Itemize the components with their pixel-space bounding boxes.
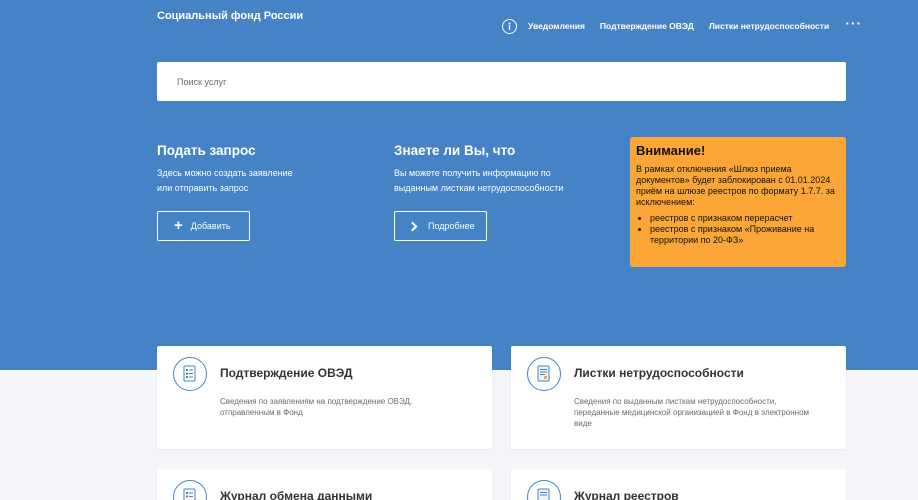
document-icon bbox=[173, 480, 207, 500]
card-title: Подтверждение ОВЭД bbox=[220, 366, 353, 380]
card-description: Сведения по заявлениям на подтверждение … bbox=[220, 397, 413, 417]
chevron-right-icon bbox=[407, 221, 418, 231]
top-navigation: Уведомления Подтверждение ОВЭД Листки не… bbox=[502, 16, 862, 34]
info-icon[interactable] bbox=[502, 18, 517, 34]
nav-sick-leave[interactable]: Листки нетрудоспособности bbox=[709, 21, 829, 31]
card-oved-confirmation[interactable]: Подтверждение ОВЭД Сведения по заявления… bbox=[157, 346, 492, 449]
brand-logo-text[interactable]: Социальный фонд России bbox=[157, 10, 303, 22]
plus-icon: + bbox=[174, 217, 183, 234]
info-title: Знаете ли Вы, что bbox=[394, 143, 516, 158]
card-data-exchange-log[interactable]: Журнал обмена данными bbox=[157, 469, 492, 500]
card-description: Сведения по выданным листкам нетрудоспос… bbox=[574, 397, 810, 428]
card-title: Журнал обмена данными bbox=[220, 489, 373, 500]
search-input[interactable] bbox=[157, 62, 846, 101]
notice-list: реестров с признаком перерасчет реестров… bbox=[650, 213, 840, 246]
card-sick-leave[interactable]: Листки нетрудоспособности Сведения по вы… bbox=[511, 346, 846, 449]
card-title: Листки нетрудоспособности bbox=[574, 366, 744, 380]
notice-title: Внимание! bbox=[636, 143, 706, 158]
more-menu-icon[interactable]: ··· bbox=[845, 16, 862, 30]
request-title: Подать запрос bbox=[157, 143, 256, 158]
card-registry-log[interactable]: Журнал реестров bbox=[511, 469, 846, 500]
notice-list-item: реестров с признаком перерасчет bbox=[650, 213, 840, 224]
registry-icon bbox=[527, 480, 561, 500]
sick-leave-document-icon bbox=[527, 357, 561, 391]
card-title: Журнал реестров bbox=[574, 489, 679, 500]
request-description: Здесь можно создать заявление или отправ… bbox=[157, 168, 293, 193]
notice-list-item: реестров с признаком «Проживание на терр… bbox=[650, 224, 840, 246]
notice-text: В рамках отключения «Шлюз приема докумен… bbox=[636, 164, 835, 207]
info-description: Вы можете получить информацию по выданны… bbox=[394, 168, 564, 193]
document-icon bbox=[173, 357, 207, 391]
more-info-button[interactable]: Подробнее bbox=[394, 211, 487, 241]
add-request-button[interactable]: + Добавить bbox=[157, 211, 250, 241]
nav-notifications[interactable]: Уведомления bbox=[528, 21, 585, 31]
nav-oved-confirmation[interactable]: Подтверждение ОВЭД bbox=[600, 21, 694, 31]
notice-banner: Внимание! В рамках отключения «Шлюз прие… bbox=[630, 137, 846, 267]
